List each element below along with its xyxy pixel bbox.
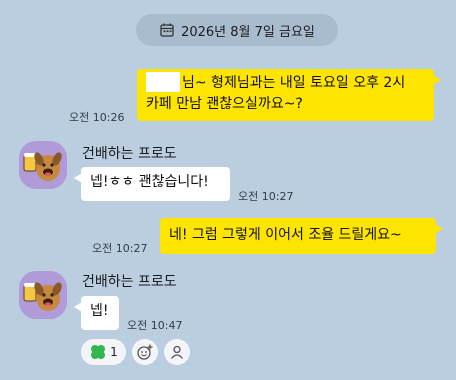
message-time: 오전 10:47 bbox=[127, 319, 183, 332]
message-time: 오전 10:26 bbox=[69, 111, 125, 124]
sender-name: 건배하는 프로도 bbox=[82, 274, 177, 290]
redacted-name bbox=[146, 72, 180, 92]
message-line: 님~ 형제님과는 내일 토요일 오후 2시 bbox=[182, 75, 406, 91]
message-text: 네! 그럼 그렇게 이어서 조율 드릴게요~ bbox=[169, 227, 402, 243]
calendar-icon bbox=[160, 23, 174, 37]
clover-reaction-button[interactable]: 1 bbox=[81, 339, 126, 365]
dog-character-icon bbox=[23, 282, 62, 311]
message-time: 오전 10:27 bbox=[92, 242, 148, 255]
message-text: 넵! bbox=[90, 303, 109, 319]
dog-character-icon bbox=[23, 152, 62, 181]
add-reaction-button[interactable] bbox=[132, 339, 158, 365]
reaction-count: 1 bbox=[110, 345, 118, 359]
date-divider-text: 2026년 8월 7일 금요일 bbox=[181, 24, 315, 40]
my-message-bubble[interactable]: 네! 그럼 그렇게 이어서 조율 드릴게요~ bbox=[160, 218, 443, 254]
date-divider: 2026년 8월 7일 금요일 bbox=[136, 14, 338, 46]
message-text: 넵!ㅎㅎ 괜찮습니다! bbox=[90, 174, 209, 190]
add-emoji-icon bbox=[137, 344, 153, 360]
reactors-button[interactable] bbox=[164, 339, 190, 365]
avatar[interactable] bbox=[19, 271, 67, 319]
sender-name: 건배하는 프로도 bbox=[82, 146, 177, 162]
clover-icon bbox=[91, 345, 106, 359]
other-message-bubble[interactable]: 넵!ㅎㅎ 괜찮습니다! bbox=[74, 167, 230, 201]
other-message-bubble[interactable]: 넵! bbox=[74, 296, 119, 330]
message-time: 오전 10:27 bbox=[238, 190, 294, 203]
avatar[interactable] bbox=[19, 141, 67, 189]
message-line: 카페 만남 괜찮으실까요~? bbox=[146, 96, 303, 112]
person-icon bbox=[170, 345, 184, 359]
my-message-bubble[interactable]: 님~ 형제님과는 내일 토요일 오후 2시 카페 만남 괜찮으실까요~? bbox=[137, 69, 441, 121]
